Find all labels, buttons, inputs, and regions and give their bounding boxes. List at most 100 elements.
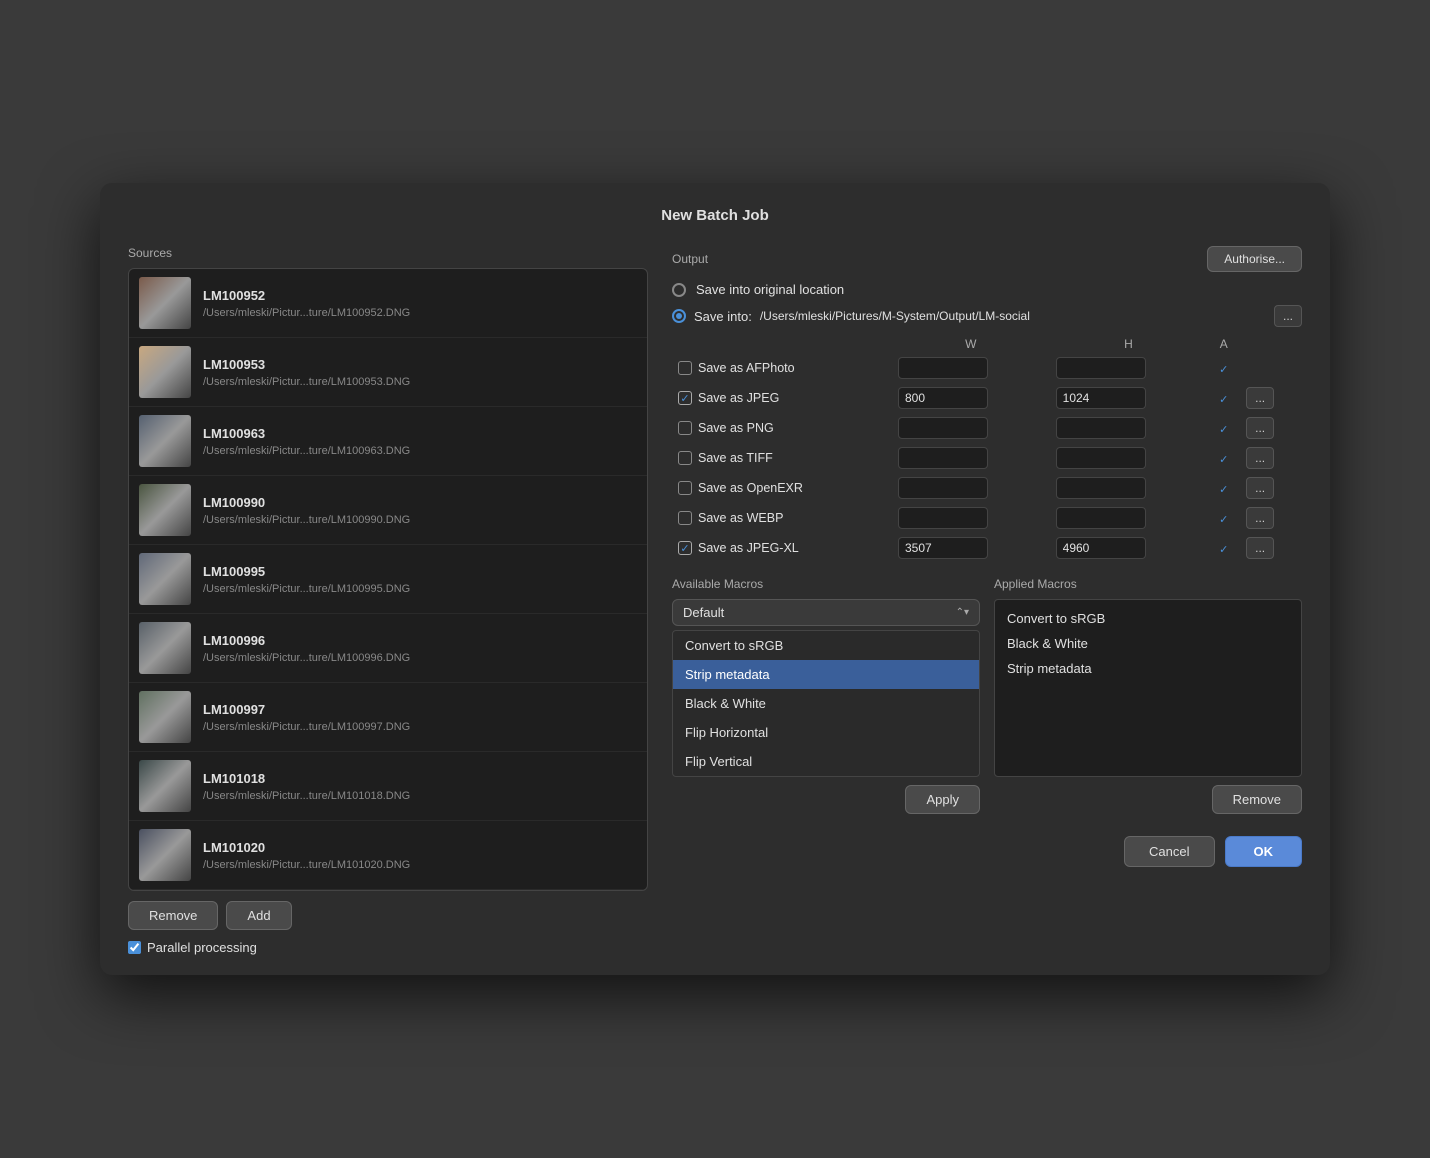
ok-button[interactable]: OK bbox=[1225, 836, 1303, 867]
width-input[interactable] bbox=[898, 387, 988, 409]
format-w-cell[interactable] bbox=[892, 473, 1050, 503]
source-name: LM100952 bbox=[203, 288, 637, 303]
height-input[interactable] bbox=[1056, 477, 1146, 499]
format-w-cell[interactable] bbox=[892, 413, 1050, 443]
authorise-button[interactable]: Authorise... bbox=[1207, 246, 1302, 272]
source-item[interactable]: LM100963 /Users/mleski/Pictur...ture/LM1… bbox=[129, 407, 647, 476]
format-w-cell[interactable] bbox=[892, 443, 1050, 473]
format-checkbox[interactable] bbox=[678, 511, 692, 525]
height-input[interactable] bbox=[1056, 357, 1146, 379]
format-checkbox[interactable] bbox=[678, 361, 692, 375]
format-h-cell[interactable] bbox=[1050, 383, 1208, 413]
height-input[interactable] bbox=[1056, 387, 1146, 409]
format-checkbox[interactable] bbox=[678, 481, 692, 495]
format-h-cell[interactable] bbox=[1050, 533, 1208, 563]
format-label-cell: Save as TIFF bbox=[672, 443, 892, 473]
source-item[interactable]: LM100995 /Users/mleski/Pictur...ture/LM1… bbox=[129, 545, 647, 614]
source-item[interactable]: LM100990 /Users/mleski/Pictur...ture/LM1… bbox=[129, 476, 647, 545]
format-row: Save as WEBP ✓ ... bbox=[672, 503, 1302, 533]
format-options-button[interactable]: ... bbox=[1246, 417, 1274, 439]
remove-macro-button[interactable]: Remove bbox=[1212, 785, 1302, 814]
format-dots-cell[interactable] bbox=[1240, 353, 1302, 383]
width-input[interactable] bbox=[898, 417, 988, 439]
available-macro-item[interactable]: Strip metadata bbox=[673, 660, 979, 689]
format-checkbox[interactable]: ✓ bbox=[678, 541, 692, 555]
width-input[interactable] bbox=[898, 477, 988, 499]
format-w-cell[interactable] bbox=[892, 533, 1050, 563]
source-thumbnail bbox=[139, 415, 191, 467]
format-w-cell[interactable] bbox=[892, 383, 1050, 413]
save-original-radio[interactable] bbox=[672, 283, 686, 297]
height-input[interactable] bbox=[1056, 507, 1146, 529]
format-options-button[interactable]: ... bbox=[1246, 447, 1274, 469]
applied-macros-panel: Applied Macros Convert to sRGBBlack & Wh… bbox=[994, 577, 1302, 814]
width-input[interactable] bbox=[898, 357, 988, 379]
format-checkbox[interactable] bbox=[678, 421, 692, 435]
width-input[interactable] bbox=[898, 447, 988, 469]
available-macro-item[interactable]: Convert to sRGB bbox=[673, 631, 979, 660]
source-info: LM100995 /Users/mleski/Pictur...ture/LM1… bbox=[203, 564, 637, 595]
format-h-cell[interactable] bbox=[1050, 443, 1208, 473]
format-dots-cell[interactable]: ... bbox=[1240, 413, 1302, 443]
height-input[interactable] bbox=[1056, 447, 1146, 469]
source-item[interactable]: LM100952 /Users/mleski/Pictur...ture/LM1… bbox=[129, 269, 647, 338]
source-item[interactable]: LM100996 /Users/mleski/Pictur...ture/LM1… bbox=[129, 614, 647, 683]
save-original-label: Save into original location bbox=[696, 282, 844, 297]
sources-list[interactable]: LM100952 /Users/mleski/Pictur...ture/LM1… bbox=[128, 268, 648, 891]
available-macro-item[interactable]: Black & White bbox=[673, 689, 979, 718]
cancel-button[interactable]: Cancel bbox=[1124, 836, 1214, 867]
format-label-cell: Save as PNG bbox=[672, 413, 892, 443]
source-name: LM100995 bbox=[203, 564, 637, 579]
remove-source-button[interactable]: Remove bbox=[128, 901, 218, 930]
format-w-cell[interactable] bbox=[892, 503, 1050, 533]
format-w-cell[interactable] bbox=[892, 353, 1050, 383]
source-path: /Users/mleski/Pictur...ture/LM101018.DNG bbox=[203, 790, 637, 802]
source-path: /Users/mleski/Pictur...ture/LM100952.DNG bbox=[203, 307, 637, 319]
parallel-checkbox[interactable] bbox=[128, 941, 141, 954]
source-thumbnail bbox=[139, 691, 191, 743]
format-dots-cell[interactable]: ... bbox=[1240, 503, 1302, 533]
format-h-cell[interactable] bbox=[1050, 413, 1208, 443]
parallel-row: Parallel processing bbox=[128, 940, 648, 955]
format-dots-cell[interactable]: ... bbox=[1240, 443, 1302, 473]
format-h-cell[interactable] bbox=[1050, 503, 1208, 533]
apply-macro-button[interactable]: Apply bbox=[905, 785, 980, 814]
col-extra-header bbox=[1240, 335, 1302, 353]
source-item[interactable]: LM100997 /Users/mleski/Pictur...ture/LM1… bbox=[129, 683, 647, 752]
save-original-row: Save into original location bbox=[672, 282, 1302, 297]
format-options-button[interactable]: ... bbox=[1246, 537, 1274, 559]
browse-button[interactable]: ... bbox=[1274, 305, 1302, 327]
format-dots-cell[interactable]: ... bbox=[1240, 533, 1302, 563]
format-label-cell: Save as OpenEXR bbox=[672, 473, 892, 503]
format-options-button[interactable]: ... bbox=[1246, 477, 1274, 499]
format-dots-cell[interactable]: ... bbox=[1240, 473, 1302, 503]
source-item[interactable]: LM100953 /Users/mleski/Pictur...ture/LM1… bbox=[129, 338, 647, 407]
source-item[interactable]: LM101018 /Users/mleski/Pictur...ture/LM1… bbox=[129, 752, 647, 821]
source-item[interactable]: LM101020 /Users/mleski/Pictur...ture/LM1… bbox=[129, 821, 647, 890]
format-name: Save as PNG bbox=[698, 421, 774, 435]
aspect-cell: ✓ bbox=[1207, 473, 1240, 503]
add-source-button[interactable]: Add bbox=[226, 901, 291, 930]
macros-dropdown[interactable]: Default ⌃▾ bbox=[672, 599, 980, 626]
available-macro-item[interactable]: Flip Horizontal bbox=[673, 718, 979, 747]
width-input[interactable] bbox=[898, 537, 988, 559]
col-w-header: W bbox=[892, 335, 1050, 353]
radio-dot bbox=[676, 313, 682, 319]
source-thumbnail bbox=[139, 484, 191, 536]
format-checkbox[interactable]: ✓ bbox=[678, 391, 692, 405]
format-dots-cell[interactable]: ... bbox=[1240, 383, 1302, 413]
save-into-radio[interactable] bbox=[672, 309, 686, 323]
height-input[interactable] bbox=[1056, 417, 1146, 439]
format-checkbox[interactable] bbox=[678, 451, 692, 465]
format-h-cell[interactable] bbox=[1050, 353, 1208, 383]
format-options-button[interactable]: ... bbox=[1246, 387, 1274, 409]
height-input[interactable] bbox=[1056, 537, 1146, 559]
width-input[interactable] bbox=[898, 507, 988, 529]
available-macro-item[interactable]: Flip Vertical bbox=[673, 747, 979, 776]
available-macros-list: Convert to sRGBStrip metadataBlack & Whi… bbox=[672, 630, 980, 777]
format-h-cell[interactable] bbox=[1050, 473, 1208, 503]
format-options-button[interactable]: ... bbox=[1246, 507, 1274, 529]
source-path: /Users/mleski/Pictur...ture/LM100990.DNG bbox=[203, 514, 637, 526]
source-path: /Users/mleski/Pictur...ture/LM100997.DNG bbox=[203, 721, 637, 733]
format-name: Save as WEBP bbox=[698, 511, 783, 525]
